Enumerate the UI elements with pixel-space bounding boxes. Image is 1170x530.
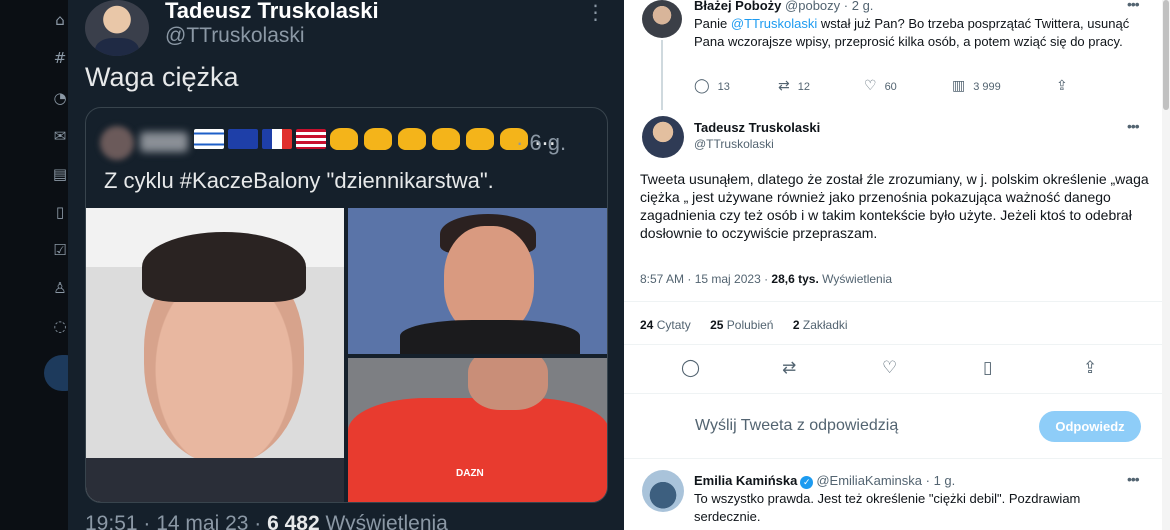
israel-flag-icon xyxy=(194,129,224,149)
main-author-handle[interactable]: @TTruskolaski xyxy=(694,137,774,151)
usa-flag-icon xyxy=(296,129,326,149)
like-button[interactable]: ♡ 60 xyxy=(864,78,897,94)
retweet-button[interactable]: ⇄ 12 xyxy=(778,78,810,94)
quotes-stat[interactable]: 24 Cytaty xyxy=(640,318,691,332)
more-nav-icon[interactable]: ◌ xyxy=(52,318,68,334)
tweet-meta: 19:51 · 14 maj 23 · 6 482 Wyświetlenia xyxy=(85,512,448,530)
main-timestamp[interactable]: 8:57 AM · 15 maj 2023 · xyxy=(640,272,768,286)
divider xyxy=(624,458,1162,459)
bookmarks-stat[interactable]: 2 Zakładki xyxy=(793,318,848,332)
emoji-flags: … xyxy=(194,126,558,151)
messages-icon[interactable]: ✉ xyxy=(52,128,68,144)
retweet-icon: ⇄ xyxy=(778,78,790,94)
author-handle[interactable]: @TTruskolaski xyxy=(165,24,305,48)
fist-emoji-icon xyxy=(466,128,494,150)
quote-photo-bottom-right[interactable]: DAZN xyxy=(348,358,607,502)
main-tweet-text: Tweeta usunąłem, dlatego że został źle z… xyxy=(640,171,1149,241)
verified-nav-icon[interactable]: ☑ xyxy=(52,242,68,258)
notifications-icon[interactable]: ◔ xyxy=(52,90,68,106)
dark-tweet-screenshot: ⌂ # ◔ ✉ ▤ ▯ ☑ ♙ ◌ Tadeusz Truskolaski @T… xyxy=(0,0,624,530)
main-author-name[interactable]: Tadeusz Truskolaski xyxy=(694,120,820,135)
avatar[interactable] xyxy=(642,0,682,38)
heart-icon[interactable]: ♡ xyxy=(882,358,897,378)
more-options-icon[interactable]: ⋮ xyxy=(585,3,606,28)
avatar[interactable] xyxy=(642,116,684,158)
divider xyxy=(624,301,1162,302)
more-options-icon[interactable]: ••• xyxy=(1127,118,1140,134)
reply-icon[interactable]: ◯ xyxy=(681,358,700,378)
fist-emoji-icon xyxy=(364,128,392,150)
share-icon[interactable]: ⇪ xyxy=(1083,358,1097,378)
quote-time[interactable]: · 6 g. xyxy=(516,130,566,156)
reply-text: To wszystko prawda. Jest też określenie … xyxy=(694,491,1081,524)
france-flag-icon xyxy=(262,129,292,149)
reply-button[interactable]: ◯ 13 xyxy=(694,78,730,94)
bookmarks-icon[interactable]: ▯ xyxy=(52,204,68,220)
avatar[interactable] xyxy=(85,0,149,56)
shirt-print: DAZN xyxy=(456,468,484,479)
tweet-text: Waga ciężka xyxy=(85,62,239,92)
author-name[interactable]: Tadeusz Truskolaski xyxy=(165,0,379,24)
reply-icon: ◯ xyxy=(694,78,710,94)
quoted-tweet[interactable]: … · 6 g. Z cyklu #KaczeBalony "dziennika… xyxy=(85,107,608,503)
reply-time[interactable]: · 2 g. xyxy=(844,0,874,13)
share-button[interactable]: ⇪ xyxy=(1056,78,1076,94)
home-icon[interactable]: ⌂ xyxy=(52,12,68,28)
nav-sidebar xyxy=(0,0,68,530)
reply-handle[interactable]: @EmiliaKaminska xyxy=(816,473,922,488)
verified-badge-icon: ✓ xyxy=(800,476,814,489)
main-tweet-meta: 8:57 AM · 15 maj 2023 · 28,6 tys. Wyświe… xyxy=(640,272,892,286)
reply-handle[interactable]: @pobozy xyxy=(785,0,840,13)
explore-icon[interactable]: # xyxy=(52,50,68,66)
share-icon: ⇪ xyxy=(1056,78,1068,94)
views-label: Wyświetlenia xyxy=(325,512,448,530)
light-thread-screenshot: Błażej Poboży @pobozy · 2 g. ••• Panie @… xyxy=(624,0,1170,530)
avatar[interactable] xyxy=(642,470,684,512)
likes-stat[interactable]: 25 Polubień xyxy=(710,318,773,332)
retweet-icon[interactable]: ⇄ xyxy=(782,358,796,378)
reply-input[interactable]: Wyślij Tweeta z odpowiedzią xyxy=(695,417,898,435)
fist-emoji-icon xyxy=(330,128,358,150)
eu-flag-icon xyxy=(228,129,258,149)
views-count: 6 482 xyxy=(267,512,320,530)
divider xyxy=(624,344,1162,345)
heart-icon: ♡ xyxy=(864,78,877,94)
reply-text: Panie @TTruskolaski wstał już Pan? Bo tr… xyxy=(694,16,1130,49)
tweet-stats: 24 Cytaty 25 Polubień 2 Zakładki xyxy=(640,318,864,332)
more-options-icon[interactable]: ••• xyxy=(1127,0,1140,12)
main-views-count: 28,6 tys. xyxy=(771,272,819,286)
main-tweet-actions: ◯ ⇄ ♡ ▯ ⇪ xyxy=(624,358,1162,380)
views-button[interactable]: ▥ 3 999 xyxy=(952,78,1001,94)
reply-author[interactable]: Emilia Kamińska ✓ @EmiliaKaminska · 1 g. xyxy=(694,473,955,489)
thread-line xyxy=(661,40,663,110)
quote-photo-top-right[interactable] xyxy=(348,208,607,354)
divider xyxy=(624,393,1162,394)
tweet-timestamp[interactable]: 19:51 · 14 maj 23 · xyxy=(85,512,261,530)
mention-link[interactable]: @TTruskolaski xyxy=(731,16,817,31)
more-options-icon[interactable]: ••• xyxy=(1127,471,1140,487)
reply-author[interactable]: Błażej Poboży @pobozy · 2 g. xyxy=(694,0,873,13)
bookmark-icon[interactable]: ▯ xyxy=(983,358,992,378)
views-icon: ▥ xyxy=(952,78,966,94)
lists-icon[interactable]: ▤ xyxy=(52,166,68,182)
main-views-label: Wyświetlenia xyxy=(822,272,893,286)
reply-submit-button[interactable]: Odpowiedz xyxy=(1039,411,1141,442)
blurred-name xyxy=(140,132,188,152)
fist-emoji-icon xyxy=(432,128,460,150)
reply-time[interactable]: · 1 g. xyxy=(926,473,956,488)
scrollbar[interactable] xyxy=(1162,0,1170,530)
quote-text: Z cyklu #KaczeBalony "dziennikarstwa". xyxy=(104,168,494,193)
profile-icon[interactable]: ♙ xyxy=(52,280,68,296)
blurred-avatar xyxy=(100,126,134,160)
fist-emoji-icon xyxy=(398,128,426,150)
quote-photo-left[interactable] xyxy=(86,208,344,502)
